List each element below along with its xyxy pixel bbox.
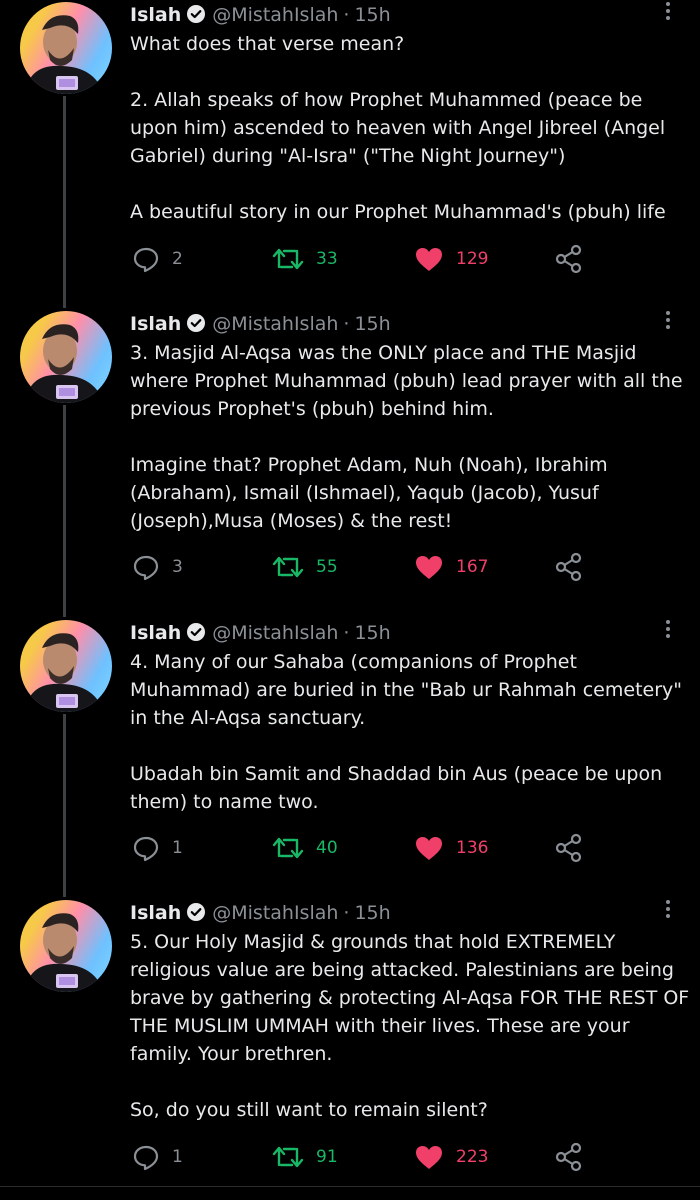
tweet[interactable]: Islah @MistahIslah · 15h 3. Masjid Al-Aqsa … xyxy=(0,311,700,601)
share-button[interactable] xyxy=(554,550,584,584)
timestamp[interactable]: 15h xyxy=(354,4,390,26)
retweet-button[interactable]: 91 xyxy=(272,1140,338,1174)
verified-badge-icon xyxy=(186,902,206,929)
like-button[interactable]: 136 xyxy=(414,831,488,865)
retweet-icon xyxy=(272,556,304,578)
reply-bubble-icon xyxy=(133,247,159,273)
like-count: 167 xyxy=(456,557,489,577)
like-button[interactable]: 129 xyxy=(414,242,488,276)
reply-count: 3 xyxy=(172,557,183,577)
avatar[interactable] xyxy=(20,900,112,992)
more-options-icon[interactable] xyxy=(666,620,672,641)
tweet-text: What does that verse mean? 2. Allah spea… xyxy=(130,33,666,223)
tweet-header: Islah @MistahIslah · 15h xyxy=(130,900,391,926)
share-icon xyxy=(555,1142,582,1172)
tweet-actions: 3 55 167 xyxy=(0,550,700,584)
share-icon xyxy=(555,552,582,582)
author-handle[interactable]: @MistahIslah xyxy=(212,4,338,26)
tweet[interactable]: Islah @MistahIslah · 15h What does that ver… xyxy=(0,2,700,292)
retweet-icon xyxy=(272,837,304,859)
tweet-header: Islah @MistahIslah · 15h xyxy=(130,311,391,337)
timestamp[interactable]: 15h xyxy=(354,622,390,644)
separator: · xyxy=(343,4,350,26)
retweet-button[interactable]: 33 xyxy=(272,242,338,276)
retweet-count: 55 xyxy=(316,557,338,577)
verified-badge-icon xyxy=(186,313,206,340)
author-name[interactable]: Islah xyxy=(130,622,181,644)
avatar[interactable] xyxy=(20,2,112,94)
more-options-icon[interactable] xyxy=(666,900,672,921)
tweet-header: Islah @MistahIslah · 15h xyxy=(130,2,391,28)
retweet-count: 33 xyxy=(316,249,338,269)
tweet-actions: 1 40 136 xyxy=(0,831,700,865)
avatar[interactable] xyxy=(20,311,112,403)
reply-button[interactable]: 3 xyxy=(132,550,183,584)
reply-count: 1 xyxy=(172,838,183,858)
retweet-button[interactable]: 55 xyxy=(272,550,338,584)
timestamp[interactable]: 15h xyxy=(354,902,390,924)
timestamp[interactable]: 15h xyxy=(354,313,390,335)
more-options-icon[interactable] xyxy=(666,311,672,332)
reply-bubble-icon xyxy=(133,555,159,581)
verified-badge-icon xyxy=(186,622,206,649)
tweet-text: 5. Our Holy Masjid & grounds that hold E… xyxy=(130,931,690,1121)
avatar[interactable] xyxy=(20,620,112,712)
author-handle[interactable]: @MistahIslah xyxy=(212,622,338,644)
author-name[interactable]: Islah xyxy=(130,902,181,924)
tweet-text: 3. Masjid Al-Aqsa was the ONLY place and… xyxy=(130,342,683,532)
reply-count: 2 xyxy=(172,249,183,269)
like-count: 136 xyxy=(456,838,489,858)
author-handle[interactable]: @MistahIslah xyxy=(212,902,338,924)
share-icon xyxy=(555,833,582,863)
more-options-icon[interactable] xyxy=(666,2,672,23)
separator: · xyxy=(343,622,350,644)
reply-button[interactable]: 1 xyxy=(132,831,183,865)
separator: · xyxy=(343,313,350,335)
like-count: 223 xyxy=(456,1147,489,1167)
tweet[interactable]: Islah @MistahIslah · 15h 5. Our Holy Masjid… xyxy=(0,900,700,1186)
share-button[interactable] xyxy=(554,1140,584,1174)
heart-icon xyxy=(416,248,442,271)
like-count: 129 xyxy=(456,249,489,269)
tweet-text: 4. Many of our Sahaba (companions of Pro… xyxy=(130,651,683,813)
heart-icon xyxy=(416,1146,442,1169)
verified-badge-icon xyxy=(186,4,206,31)
retweet-button[interactable]: 40 xyxy=(272,831,338,865)
tweet-actions: 1 91 223 xyxy=(0,1140,700,1174)
retweet-icon xyxy=(272,248,304,270)
reply-button[interactable]: 1 xyxy=(132,1140,183,1174)
share-button[interactable] xyxy=(554,242,584,276)
reply-count: 1 xyxy=(172,1147,183,1167)
retweet-count: 91 xyxy=(316,1147,338,1167)
like-button[interactable]: 167 xyxy=(414,550,488,584)
author-name[interactable]: Islah xyxy=(130,313,181,335)
tweet[interactable]: Islah @MistahIslah · 15h 4. Many of our Sah… xyxy=(0,620,700,880)
tweet-header: Islah @MistahIslah · 15h xyxy=(130,620,391,646)
heart-icon xyxy=(416,837,442,860)
author-handle[interactable]: @MistahIslah xyxy=(212,313,338,335)
reply-bubble-icon xyxy=(133,836,159,862)
reply-bubble-icon xyxy=(133,1145,159,1171)
reply-button[interactable]: 2 xyxy=(132,242,183,276)
divider xyxy=(0,1186,700,1187)
share-button[interactable] xyxy=(554,831,584,865)
tweet-actions: 2 33 129 xyxy=(0,242,700,276)
like-button[interactable]: 223 xyxy=(414,1140,488,1174)
separator: · xyxy=(343,902,350,924)
retweet-count: 40 xyxy=(316,838,338,858)
heart-icon xyxy=(416,556,442,579)
share-icon xyxy=(555,244,582,274)
retweet-icon xyxy=(272,1146,304,1168)
author-name[interactable]: Islah xyxy=(130,4,181,26)
